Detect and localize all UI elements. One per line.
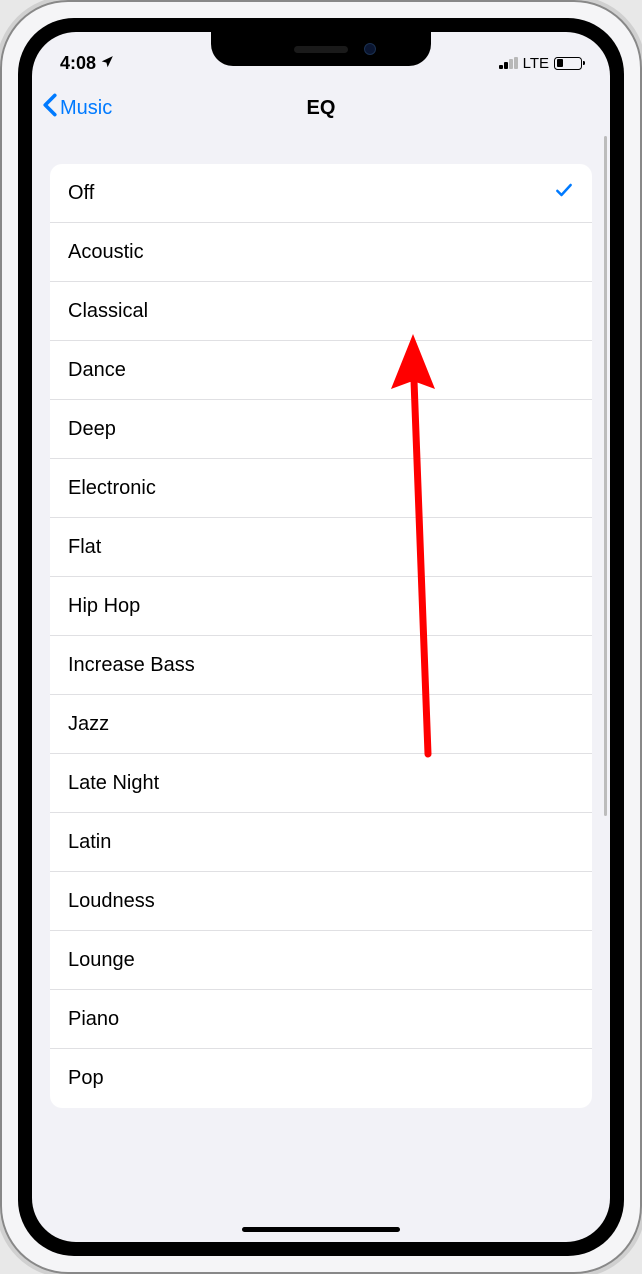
back-label: Music — [60, 97, 112, 120]
notch-speaker — [294, 46, 348, 53]
status-left: 4:08 — [60, 53, 114, 74]
eq-list: Off Acoustic Classical Dance Deep Electronic F… — [50, 164, 592, 1108]
network-label: LTE — [523, 55, 549, 72]
phone-frame: 4:08 LTE — [0, 0, 642, 1274]
eq-option-label: Acoustic — [68, 241, 144, 264]
eq-option-row[interactable]: Piano — [50, 990, 592, 1049]
eq-option-label: Lounge — [68, 949, 135, 972]
back-button[interactable]: Music — [42, 93, 112, 123]
eq-option-row[interactable]: Classical — [50, 282, 592, 341]
signal-icon — [499, 57, 518, 69]
content-area[interactable]: Off Acoustic Classical Dance Deep Electronic F… — [32, 136, 610, 1242]
eq-option-row[interactable]: Late Night — [50, 754, 592, 813]
notch-camera — [364, 43, 376, 55]
eq-option-row[interactable]: Latin — [50, 813, 592, 872]
eq-option-row[interactable]: Increase Bass — [50, 636, 592, 695]
eq-option-row[interactable]: Hip Hop — [50, 577, 592, 636]
status-time: 4:08 — [60, 53, 96, 74]
home-indicator[interactable] — [242, 1227, 400, 1232]
phone-body: 4:08 LTE — [18, 18, 624, 1256]
eq-option-label: Deep — [68, 418, 116, 441]
chevron-left-icon — [42, 93, 58, 123]
status-right: LTE — [499, 55, 582, 72]
eq-option-label: Jazz — [68, 713, 109, 736]
nav-bar: Music EQ — [32, 80, 610, 136]
eq-option-label: Increase Bass — [68, 654, 195, 677]
eq-option-row[interactable]: Pop — [50, 1049, 592, 1108]
eq-option-row[interactable]: Electronic — [50, 459, 592, 518]
eq-option-label: Dance — [68, 359, 126, 382]
eq-option-row[interactable]: Dance — [50, 341, 592, 400]
battery-icon — [554, 57, 582, 70]
checkmark-icon — [554, 180, 574, 206]
notch — [211, 32, 431, 66]
eq-option-label: Latin — [68, 831, 111, 854]
eq-option-row[interactable]: Jazz — [50, 695, 592, 754]
scroll-indicator[interactable] — [604, 136, 607, 816]
eq-option-label: Electronic — [68, 477, 156, 500]
screen: 4:08 LTE — [32, 32, 610, 1242]
eq-option-label: Flat — [68, 536, 101, 559]
eq-option-row[interactable]: Flat — [50, 518, 592, 577]
eq-option-row[interactable]: Loudness — [50, 872, 592, 931]
eq-option-label: Late Night — [68, 772, 159, 795]
eq-option-label: Classical — [68, 300, 148, 323]
eq-option-label: Loudness — [68, 890, 155, 913]
page-title: EQ — [307, 97, 336, 120]
eq-option-label: Off — [68, 182, 94, 205]
eq-option-row[interactable]: Off — [50, 164, 592, 223]
eq-option-row[interactable]: Deep — [50, 400, 592, 459]
eq-option-row[interactable]: Acoustic — [50, 223, 592, 282]
location-icon — [100, 53, 114, 74]
eq-option-row[interactable]: Lounge — [50, 931, 592, 990]
eq-option-label: Piano — [68, 1008, 119, 1031]
eq-option-label: Hip Hop — [68, 595, 140, 618]
eq-option-label: Pop — [68, 1067, 104, 1090]
